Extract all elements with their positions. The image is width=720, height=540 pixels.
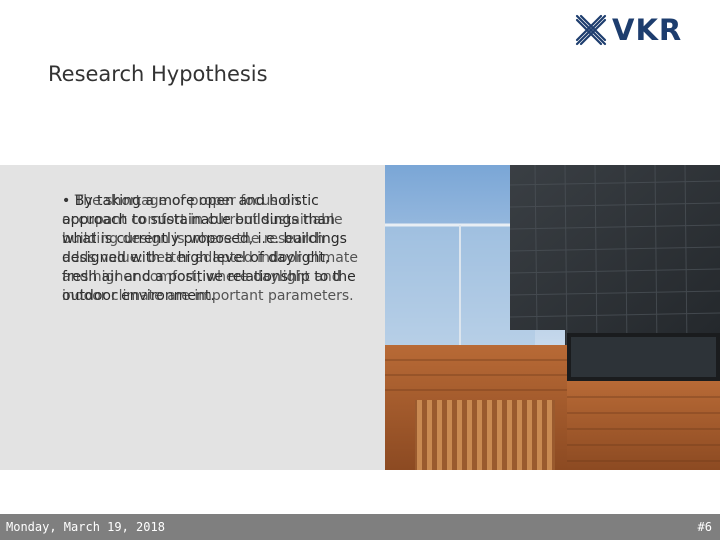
logo-wordmark: VKR — [612, 13, 683, 47]
body-text-layer-2: • The shortage of proper focus on occupa… — [62, 193, 358, 304]
facade-illustration — [385, 165, 720, 470]
slide-title: Research Hypothesis — [48, 62, 268, 86]
footer-date: Monday, March 19, 2018 — [6, 520, 165, 534]
slide-footer: Monday, March 19, 2018 #6 — [0, 514, 720, 540]
slide-number: #6 — [697, 520, 712, 534]
building-photo — [385, 165, 720, 470]
vkr-star-icon — [575, 14, 607, 46]
vkr-logo: VKR — [572, 12, 690, 48]
